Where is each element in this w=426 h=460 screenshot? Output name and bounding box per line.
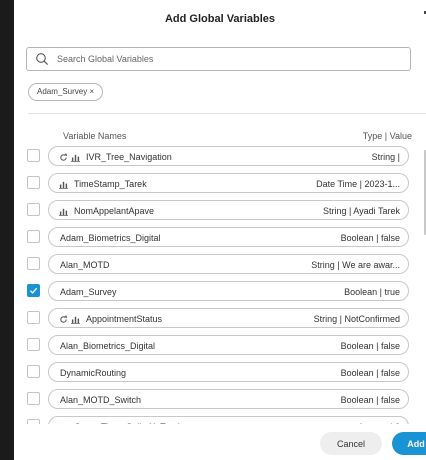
- variable-pill[interactable]: IVR_Tree_Navigation String |: [48, 146, 409, 166]
- variable-type-value: Boolean | false: [340, 341, 400, 351]
- variable-pill[interactable]: AppointmentStatus String | NotConfirmed: [48, 308, 409, 328]
- variable-checkbox[interactable]: [27, 203, 40, 216]
- variable-name: Adam_Survey: [60, 287, 117, 297]
- bar-chart-icon: [59, 208, 68, 216]
- variable-pill[interactable]: Alan_MOTD_Switch Boolean | false: [48, 389, 409, 409]
- variable-type-value: Boolean | true: [344, 287, 400, 297]
- variable-checkbox[interactable]: [27, 230, 40, 243]
- variable-row[interactable]: Adam_Survey Boolean | true: [14, 281, 418, 301]
- variable-icons: [59, 206, 68, 216]
- variable-row[interactable]: NomAppelantApave String | Ayadi Tarek: [14, 200, 418, 220]
- variable-pill[interactable]: NomAppelantApave String | Ayadi Tarek: [48, 200, 409, 220]
- variable-row[interactable]: DynamicRouting Boolean | false: [14, 362, 418, 382]
- variable-icons: [59, 152, 80, 162]
- divider: [28, 113, 426, 114]
- variable-pill[interactable]: Alan_Biometrics_Digital Boolean | false: [48, 335, 409, 355]
- add-button[interactable]: Add: [392, 432, 426, 455]
- variable-name: IVR_Tree_Navigation: [86, 152, 172, 162]
- variable-row[interactable]: TimeStamp_Tarek Date Time | 2023-1...: [14, 173, 418, 193]
- variable-checkbox[interactable]: [27, 419, 40, 424]
- dialog-title: Add Global Variables: [164, 13, 276, 25]
- variable-list[interactable]: IVR_Tree_Navigation String | TimeStamp_Tar…: [14, 146, 418, 424]
- variable-pill[interactable]: Alan_MOTD String | We are awar...: [48, 254, 409, 274]
- checkmark-icon: [29, 287, 38, 294]
- variable-type-value: Boolean | false: [340, 233, 400, 243]
- variable-row[interactable]: Alan_Biometrics_Digital Boolean | false: [14, 335, 418, 355]
- variable-icons: [59, 179, 68, 189]
- variable-pill[interactable]: Adam_Survey Boolean | true: [48, 281, 409, 301]
- variable-type-value: String |: [371, 152, 400, 162]
- variable-checkbox[interactable]: [27, 311, 40, 324]
- variable-name: Alan_Biometrics_Digital: [60, 341, 156, 351]
- variable-pill[interactable]: QueueTime_CallerX_Tarek Integer | 0: [48, 416, 409, 424]
- bar-chart-icon: [71, 154, 80, 162]
- variable-name: NomAppelantApave: [74, 206, 155, 216]
- variable-checkbox[interactable]: [27, 392, 40, 405]
- variable-row[interactable]: IVR_Tree_Navigation String |: [14, 146, 418, 166]
- search-input[interactable]: Search Global Variables: [57, 54, 153, 64]
- variable-row[interactable]: Adam_Biometrics_Digital Boolean | false: [14, 227, 418, 247]
- search-box[interactable]: Search Global Variables: [26, 47, 411, 71]
- variable-type-value: Date Time | 2023-1...: [316, 179, 400, 189]
- variable-checkbox[interactable]: [27, 257, 40, 270]
- variable-pill[interactable]: TimeStamp_Tarek Date Time | 2023-1...: [48, 173, 409, 193]
- selected-chip-adam-survey[interactable]: Adam_Survey ×: [28, 83, 104, 101]
- column-header-type-value: Type | Value: [362, 131, 412, 141]
- variable-type-value: Boolean | false: [340, 368, 400, 378]
- variable-icons: [59, 422, 68, 424]
- variable-type-value: String | Ayadi Tarek: [322, 206, 400, 216]
- variable-name: DynamicRouting: [60, 368, 127, 378]
- variable-name: TimeStamp_Tarek: [74, 179, 147, 189]
- variable-type-value: String | NotConfirmed: [313, 314, 400, 324]
- variable-name: Alan_MOTD: [60, 260, 110, 270]
- bar-chart-icon: [71, 316, 80, 324]
- column-header-variable-names: Variable Names: [63, 131, 127, 141]
- variable-checkbox[interactable]: [27, 284, 40, 297]
- bar-chart-icon: [59, 181, 68, 189]
- variable-type-value: Boolean | false: [340, 395, 400, 405]
- variable-name: Alan_MOTD_Switch: [60, 395, 142, 405]
- variable-checkbox[interactable]: [27, 338, 40, 351]
- variable-name: Adam_Biometrics_Digital: [60, 233, 161, 243]
- variable-row[interactable]: Alan_MOTD String | We are awar...: [14, 254, 418, 274]
- variable-icons: [59, 314, 80, 324]
- variable-row[interactable]: QueueTime_CallerX_Tarek Integer | 0: [14, 416, 418, 424]
- variable-checkbox[interactable]: [27, 365, 40, 378]
- variable-row[interactable]: AppointmentStatus String | NotConfirmed: [14, 308, 418, 328]
- variable-checkbox[interactable]: [27, 149, 40, 162]
- variable-checkbox[interactable]: [27, 176, 40, 189]
- variable-pill[interactable]: DynamicRouting Boolean | false: [48, 362, 409, 382]
- bar-chart-icon: [59, 423, 68, 425]
- refresh-icon: [60, 314, 68, 323]
- refresh-icon: [60, 152, 68, 161]
- add-global-variables-dialog: Add Global Variables Search Global Varia…: [14, 0, 426, 460]
- variable-name: AppointmentStatus: [86, 314, 163, 324]
- variable-name: QueueTime_CallerX_Tarek: [74, 422, 182, 424]
- variable-type-value: String | We are awar...: [311, 260, 400, 270]
- cancel-button[interactable]: Cancel: [320, 432, 382, 455]
- variable-pill[interactable]: Adam_Biometrics_Digital Boolean | false: [48, 227, 409, 247]
- variable-row[interactable]: Alan_MOTD_Switch Boolean | false: [14, 389, 418, 409]
- variable-type-value: Integer | 0: [360, 422, 400, 424]
- search-icon: [36, 53, 49, 66]
